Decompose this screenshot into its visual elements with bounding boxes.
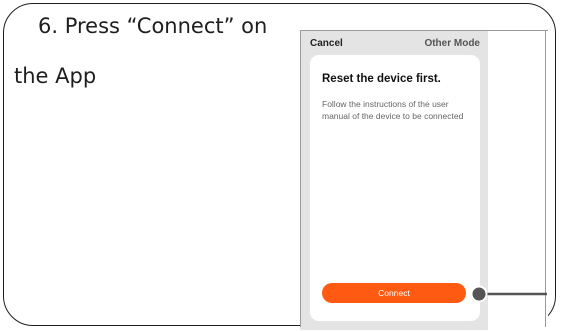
screenshot-left-border <box>300 30 301 327</box>
instruction-text-line2: the App <box>14 64 97 88</box>
cancel-button[interactable]: Cancel <box>310 38 343 49</box>
card-title: Reset the device first. <box>322 73 441 85</box>
reset-device-card: Reset the device first. Follow the instr… <box>310 55 480 321</box>
other-mode-button[interactable]: Other Mode <box>424 38 480 49</box>
app-screen: Cancel Other Mode Reset the device first… <box>300 30 488 330</box>
card-description: Follow the instructions of the user manu… <box>322 99 464 121</box>
instruction-text-line1: 6. Press “Connect” on <box>38 14 268 38</box>
connect-button[interactable]: Connect <box>322 283 466 303</box>
screenshot-top-border <box>300 30 548 31</box>
callout-dot-icon <box>470 285 547 303</box>
